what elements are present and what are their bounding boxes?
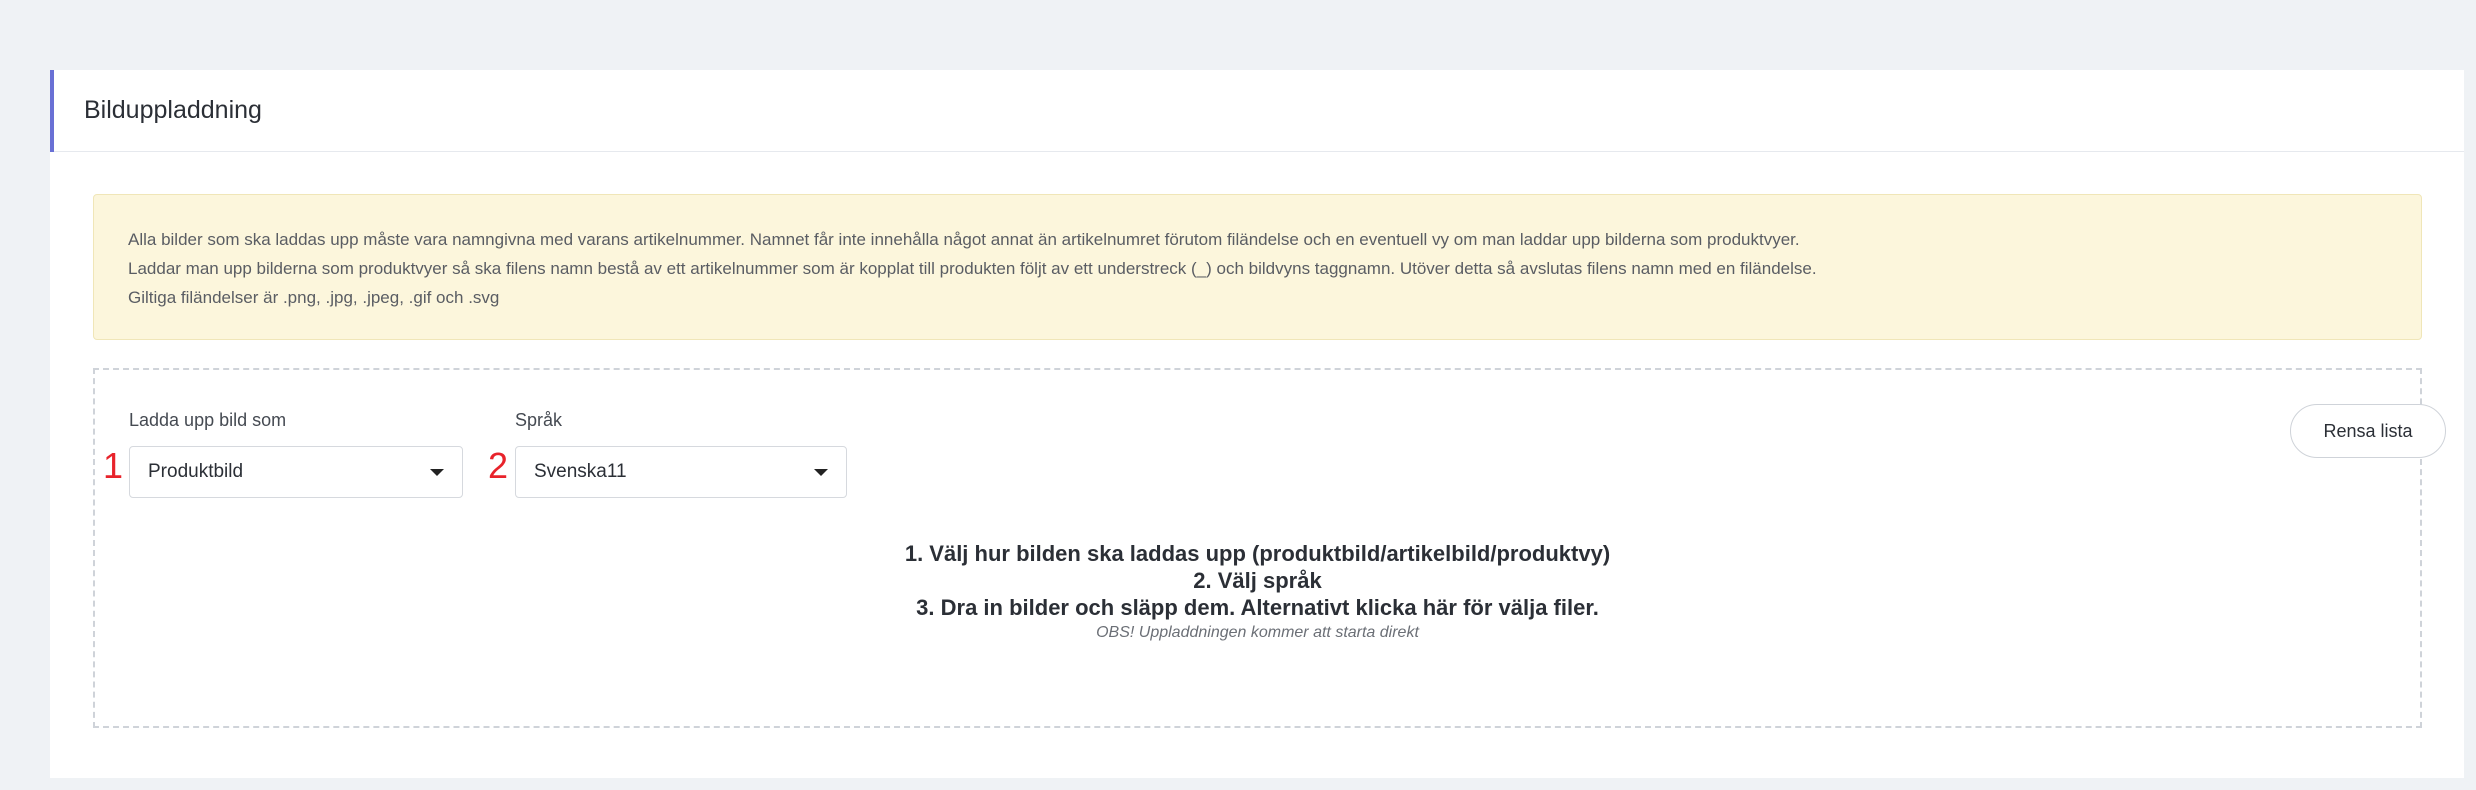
clear-list-button[interactable]: Rensa lista <box>2290 404 2446 458</box>
info-line-product-views: Laddar man upp bilderna som produktvyer … <box>128 259 1817 278</box>
upload-type-label: Ladda upp bild som <box>129 410 287 430</box>
language-label: Språk <box>515 410 563 430</box>
header-accent-bar <box>50 70 54 152</box>
instruction-note: OBS! Uppladdningen kommer att starta dir… <box>1096 624 1419 641</box>
upload-type-select[interactable]: Produktbild <box>129 446 463 498</box>
chevron-down-icon <box>814 468 828 476</box>
language-marker: 2 <box>488 445 509 486</box>
card-title: Bilduppladdning <box>84 96 262 124</box>
instruction-step-2: 2. Välj språk <box>1193 568 1322 593</box>
image-upload-card: Bilduppladdning Alla bilder som ska ladd… <box>50 70 2464 778</box>
page: Bilduppladdning Alla bilder som ska ladd… <box>0 0 2476 790</box>
upload-type-marker: 1 <box>103 445 124 486</box>
upload-instructions: 1. Välj hur bilden ska laddas upp (produ… <box>95 540 2420 645</box>
chevron-down-icon <box>430 468 444 476</box>
upload-type-selected-value: Produktbild <box>148 461 244 482</box>
language-select[interactable]: Svenska11 <box>515 446 847 498</box>
info-line-naming: Alla bilder som ska laddas upp måste var… <box>128 230 1800 249</box>
info-notice: Alla bilder som ska laddas upp måste var… <box>93 194 2422 340</box>
card-header: Bilduppladdning <box>50 70 2464 152</box>
info-line-extensions: Giltiga filändelser är .png, .jpg, .jpeg… <box>128 288 500 307</box>
instruction-step-3: 3. Dra in bilder och släpp dem. Alternat… <box>916 595 1599 620</box>
upload-dropzone[interactable]: Ladda upp bild som 1 Produktbild Språk 2… <box>93 368 2446 728</box>
instruction-step-1: 1. Välj hur bilden ska laddas upp (produ… <box>904 541 1611 566</box>
language-selected-value: Svenska11 <box>534 461 627 482</box>
